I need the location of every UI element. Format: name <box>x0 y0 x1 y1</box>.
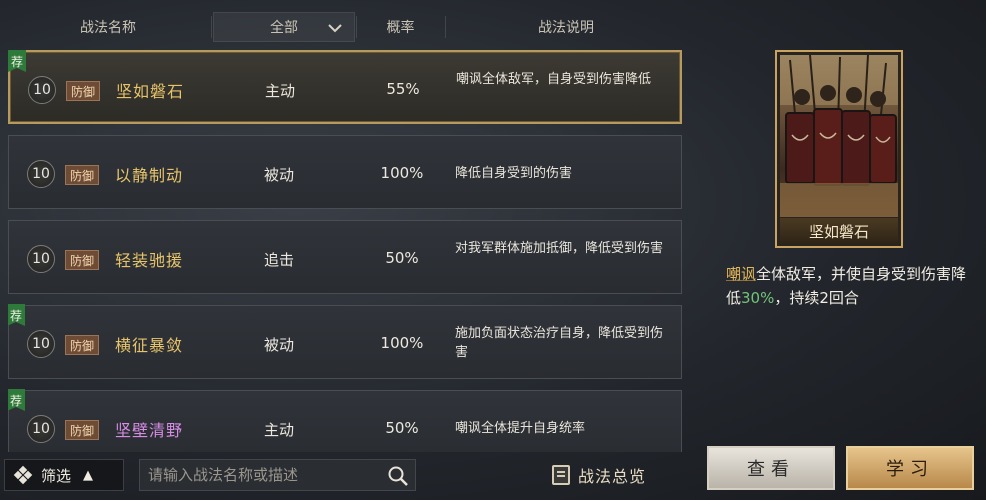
tactic-description: 降低自身受到的伤害 <box>455 166 573 181</box>
category-badge: 防御 <box>65 165 100 185</box>
tactic-detail-description: 嘲讽全体敌军，并使自身受到伤害降低30%，持续2回合 <box>726 262 976 310</box>
rate-column-header: 概率 <box>386 20 415 36</box>
level-badge: 10 <box>27 160 55 188</box>
tactic-description: 对我军群体施加抵御，降低受到伤害 <box>455 241 664 256</box>
search-bar <box>139 459 416 491</box>
tactic-type: 被动 <box>264 336 295 354</box>
category-badge: 防御 <box>65 420 100 440</box>
taunt-keyword-link[interactable]: 嘲讽 <box>726 265 756 283</box>
tactic-rate: 55% <box>386 80 420 98</box>
level-badge: 10 <box>27 415 55 443</box>
tactic-type: 追击 <box>264 251 295 269</box>
search-input[interactable] <box>140 466 370 484</box>
detail-desc-text-end: ，持续2回合 <box>774 289 859 307</box>
category-badge: 防御 <box>65 250 100 270</box>
tactic-description: 嘲讽全体敌军，自身受到伤害降低 <box>456 72 652 87</box>
tactic-rate: 50% <box>385 419 419 437</box>
desc-column-header: 战法说明 <box>538 20 594 36</box>
tactic-row[interactable]: 10 防御 轻装驰援 追击 50% 对我军群体施加抵御，降低受到伤害 <box>8 220 682 294</box>
tactics-table-header: 战法名称 全部 概率 战法说明 <box>8 12 684 42</box>
type-filter-value: 全部 <box>270 20 298 36</box>
category-badge: 防御 <box>65 335 100 355</box>
level-badge: 10 <box>27 330 55 358</box>
tactic-description: 嘲讽全体提升自身统率 <box>455 421 586 436</box>
tactic-name: 横征暴敛 <box>115 336 184 355</box>
name-column-header: 战法名称 <box>80 20 136 36</box>
tactic-description: 施加负面状态治疗自身，降低受到伤害 <box>455 326 664 360</box>
overview-label: 战法总览 <box>578 467 647 486</box>
type-filter-dropdown[interactable]: 全部 <box>213 12 355 42</box>
tactic-row[interactable]: 荐 10 防御 坚壁清野 主动 50% 嘲讽全体提升自身统率 <box>8 389 682 452</box>
tactic-type: 主动 <box>264 421 295 439</box>
view-button[interactable]: 查看 <box>707 446 835 490</box>
header-divider <box>445 16 446 38</box>
header-divider <box>356 16 357 38</box>
tactic-name: 坚如磐石 <box>116 82 185 101</box>
level-badge: 10 <box>27 245 55 273</box>
tactic-name: 轻装驰援 <box>115 251 184 270</box>
tactics-list[interactable]: 荐 10 防御 坚如磐石 主动 55% 嘲讽全体敌军，自身受到伤害降低 10 防御 以静制动 被动 1… <box>8 50 684 452</box>
filter-label: 筛选 <box>41 466 72 485</box>
tactic-card-art <box>780 55 898 217</box>
header-divider <box>211 16 212 38</box>
tactic-row[interactable]: 10 防御 以静制动 被动 100% 降低自身受到的伤害 <box>8 135 682 209</box>
level-badge: 10 <box>28 76 56 104</box>
tactic-type: 主动 <box>265 82 296 100</box>
tactic-rate: 50% <box>385 249 419 267</box>
recommended-tag: 荐 <box>8 50 26 72</box>
recommended-tag: 荐 <box>8 304 25 326</box>
category-badge: 防御 <box>66 81 101 101</box>
tactic-rate: 100% <box>380 164 424 182</box>
tactic-name: 以静制动 <box>115 166 184 185</box>
soldiers-illustration <box>780 55 898 217</box>
tactics-overview-button[interactable]: 战法总览 <box>552 459 680 491</box>
diamond-grid-icon <box>13 465 33 485</box>
tactic-card: 坚如磐石 <box>775 50 903 248</box>
chevron-up-icon: ▲ <box>83 467 94 483</box>
learn-button[interactable]: 学习 <box>846 446 974 490</box>
tactic-name: 坚壁清野 <box>115 421 184 440</box>
tactic-rate: 100% <box>380 334 424 352</box>
tactic-card-title: 坚如磐石 <box>780 218 898 244</box>
recommended-tag: 荐 <box>8 389 25 411</box>
tactic-row[interactable]: 荐 10 防御 横征暴敛 被动 100% 施加负面状态治疗自身，降低受到伤害 <box>8 304 682 379</box>
detail-desc-value: 30% <box>741 289 775 307</box>
tactic-type: 被动 <box>264 166 295 184</box>
search-icon[interactable] <box>387 465 409 487</box>
book-icon <box>552 465 570 485</box>
chevron-down-icon <box>328 24 342 33</box>
filter-button[interactable]: 筛选 ▲ <box>4 459 124 491</box>
tactic-row[interactable]: 荐 10 防御 坚如磐石 主动 55% 嘲讽全体敌军，自身受到伤害降低 <box>8 50 682 124</box>
